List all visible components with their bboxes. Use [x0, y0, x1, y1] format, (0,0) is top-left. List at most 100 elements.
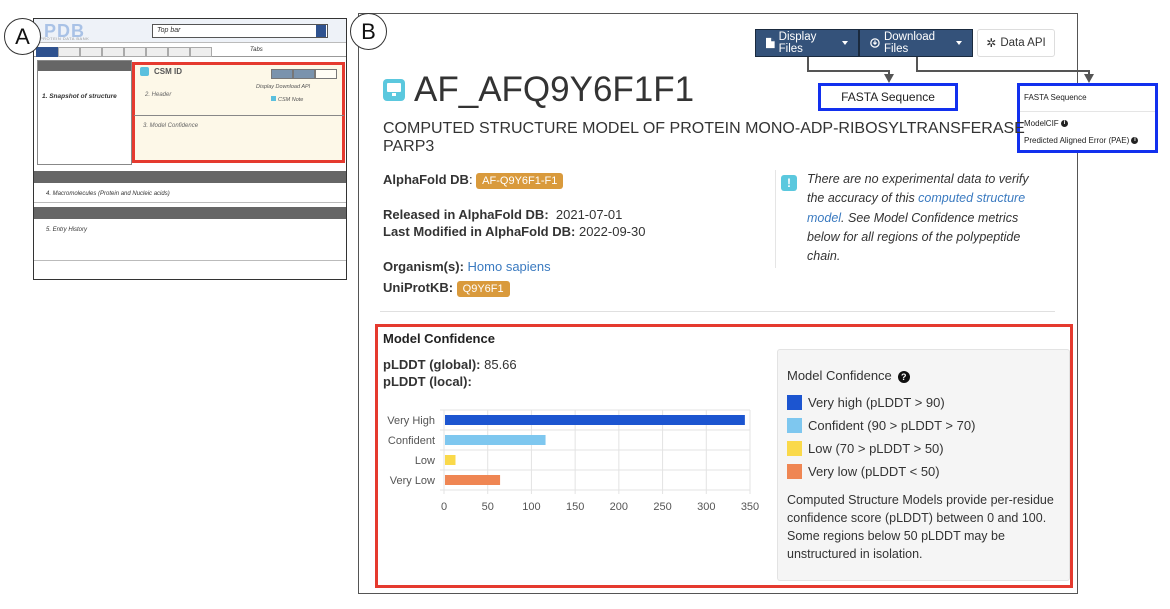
wireframe-header-buttons	[271, 69, 337, 79]
caret-down-icon	[956, 41, 962, 45]
wireframe-api-button	[315, 69, 337, 79]
dropdown-divider	[1020, 111, 1155, 112]
download-files-button[interactable]: Download Files	[859, 29, 973, 57]
uniprot-id-badge[interactable]: Q9Y6F1	[456, 281, 510, 297]
x-tick-label: 0	[441, 501, 447, 513]
wireframe-tab	[36, 47, 58, 57]
csm-note: There are no experimental data to verify…	[807, 170, 1042, 266]
released-row: Released in AlphaFold DB: 2021-07-01	[383, 207, 622, 222]
swatch-very-low	[787, 464, 802, 479]
swatch-very-high	[787, 395, 802, 410]
wireframe-download-button	[293, 69, 315, 79]
organism-row: Organism(s): Homo sapiens	[383, 259, 551, 274]
y-category-label: Very Low	[390, 475, 435, 487]
plddt-global: pLDDT (global): 85.66	[383, 357, 517, 372]
exclamation-icon: !	[781, 175, 797, 191]
modified-label: Last Modified in AlphaFold DB:	[383, 224, 576, 239]
data-api-label: Data API	[1000, 37, 1046, 49]
wireframe-csm-id: CSM ID	[154, 67, 182, 76]
plddt-local-label: pLDDT (local):	[383, 374, 472, 389]
modified-date: 2022-09-30	[578, 224, 646, 239]
legend-label: Confident (90 > pLDDT > 70)	[808, 418, 976, 433]
wireframe-divider	[134, 115, 344, 116]
dropdown-item-fasta[interactable]: FASTA Sequence	[1024, 93, 1087, 102]
uniprot-label: UniProtKB:	[383, 280, 454, 295]
plddt-local: pLDDT (local):	[383, 374, 472, 389]
x-tick-label: 200	[610, 501, 628, 513]
y-category-label: Low	[415, 455, 435, 467]
wireframe-tabs	[34, 47, 346, 57]
wireframe-button-labels: Display Download API	[256, 84, 311, 90]
uniprot-row: UniProtKB: Q9Y6F1	[383, 280, 510, 297]
bar-very-low[interactable]	[445, 475, 501, 485]
wireframe-search-button	[316, 25, 326, 37]
plddt-global-value: 85.66	[484, 357, 517, 372]
plddt-bar-chart: 0 50 100 150 200 250 300 350 Very High Confident L…	[387, 409, 759, 513]
bar-very-high[interactable]	[445, 415, 745, 425]
display-files-label: Display Files	[778, 31, 817, 55]
x-tick-label: 100	[522, 501, 540, 513]
released-date: 2021-07-01	[555, 207, 623, 222]
display-files-button[interactable]: Display Files	[755, 29, 859, 57]
question-icon[interactable]: ?	[897, 371, 910, 383]
computed-model-icon	[383, 79, 405, 101]
page-subtitle: COMPUTED STRUCTURE MODEL OF PROTEIN MONO…	[383, 120, 1025, 155]
section-divider	[380, 311, 1055, 312]
organism-label: Organism(s):	[383, 259, 464, 274]
connector-line	[916, 70, 1089, 72]
legend-item-very-high: Very high (pLDDT > 90)	[787, 395, 945, 410]
file-button-group: Display Files Download Files	[755, 29, 973, 57]
alphafold-db-row: AlphaFold DB: AF-Q9Y6F1-F1	[383, 172, 564, 189]
legend-title: Model Confidence?	[787, 368, 910, 383]
wireframe-snapshot-box	[37, 60, 132, 165]
legend-label: Very low (pLDDT < 50)	[808, 464, 940, 479]
info-icon[interactable]: i	[1131, 137, 1139, 145]
wireframe-tab	[58, 47, 80, 57]
wireframe-snapshot-label: 1. Snapshot of structure	[42, 93, 117, 100]
page-title: AF_AFQ9Y6F1F1	[414, 70, 695, 109]
bar-low[interactable]	[445, 455, 456, 465]
panel-label-b: B	[350, 13, 387, 50]
legend-label: Very high (pLDDT > 90)	[808, 395, 945, 410]
dropdown-item-fasta[interactable]: FASTA Sequence	[841, 90, 935, 104]
legend-item-confident: Confident (90 > pLDDT > 70)	[787, 418, 975, 433]
alphafold-id-badge[interactable]: AF-Q9Y6F1-F1	[476, 173, 564, 189]
x-tick-label: 150	[566, 501, 584, 513]
wireframe-csm-note-label: CSM Note	[278, 97, 304, 103]
caret-down-icon	[842, 41, 848, 45]
wireframe-entry-history-section	[34, 219, 346, 261]
wireframe-csm-icon	[140, 67, 149, 76]
organism-link[interactable]: Homo sapiens	[468, 259, 551, 274]
legend-label: Low (70 > pLDDT > 50)	[808, 441, 944, 456]
x-tick-label: 300	[697, 501, 715, 513]
wireframe-tab	[124, 47, 146, 57]
download-circle-icon	[870, 38, 880, 48]
legend-title-text: Model Confidence	[787, 368, 892, 383]
connector-line	[807, 70, 890, 72]
note-icon	[271, 96, 276, 101]
alphafold-db-label: AlphaFold DB	[383, 172, 469, 187]
legend-item-low: Low (70 > pLDDT > 50)	[787, 441, 944, 456]
panel-label-a: A	[4, 18, 41, 55]
wireframe-csm-note: CSM Note	[271, 96, 303, 103]
wireframe-header-label: 2. Header	[145, 92, 172, 98]
plddt-global-label: pLDDT (global):	[383, 357, 481, 372]
x-tick-label: 350	[741, 501, 759, 513]
wireframe-macromolecules-label: 4. Macromolecules (Protein and Nucleic a…	[46, 191, 170, 197]
wireframe-entry-history-label: 5. Entry History	[46, 227, 88, 233]
swatch-low	[787, 441, 802, 456]
legend-description: Computed Structure Models provide per-re…	[787, 493, 1054, 561]
connector-line	[807, 57, 809, 71]
x-tick-label: 250	[653, 501, 671, 513]
bar-confident[interactable]	[445, 435, 546, 445]
wireframe-tab	[102, 47, 124, 57]
x-tick-label: 50	[482, 501, 494, 513]
data-api-button[interactable]: ✲ Data API	[977, 29, 1055, 57]
wireframe-tab	[168, 47, 190, 57]
arrow-down-icon	[1084, 74, 1094, 83]
wireframe-snapshot-header	[38, 61, 131, 71]
legend-item-very-low: Very low (pLDDT < 50)	[787, 464, 940, 479]
swatch-confident	[787, 418, 802, 433]
download-files-label: Download Files	[883, 31, 936, 55]
y-category-label: Confident	[388, 435, 435, 447]
